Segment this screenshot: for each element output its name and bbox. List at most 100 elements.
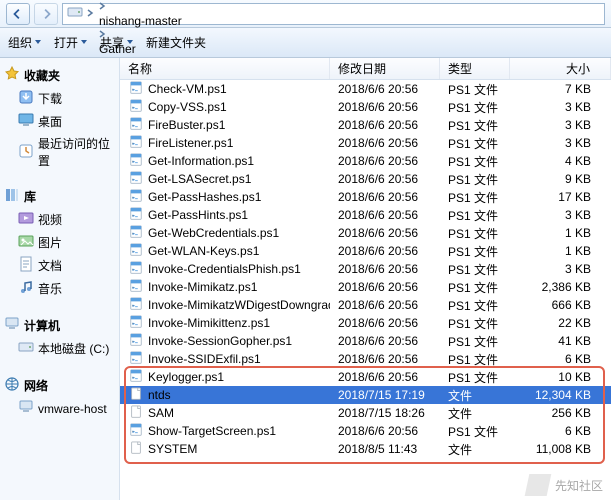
ps1-file-icon	[128, 351, 144, 368]
column-headers: 名称 修改日期 类型 大小	[120, 58, 611, 80]
ps1-file-icon	[128, 423, 144, 440]
file-date: 2018/6/6 20:56	[330, 100, 440, 114]
breadcrumb-segment[interactable]: nishang-master	[97, 14, 184, 28]
drive-icon	[67, 4, 83, 23]
nav-forward-button[interactable]	[34, 3, 58, 25]
sidebar-item-downloads[interactable]: 下载	[4, 87, 115, 110]
file-row[interactable]: SAM2018/7/15 18:26文件256 KB	[120, 404, 611, 422]
chevron-icon	[85, 7, 95, 21]
file-date: 2018/6/6 20:56	[330, 172, 440, 186]
column-type[interactable]: 类型	[440, 58, 510, 79]
network-icon	[4, 376, 20, 395]
file-date: 2018/8/5 11:43	[330, 442, 440, 456]
share-menu[interactable]: 共享	[100, 34, 134, 51]
sidebar-item-music[interactable]: 音乐	[4, 277, 115, 300]
ps1-file-icon	[128, 279, 144, 296]
sidebar-item-desktop[interactable]: 桌面	[4, 110, 115, 133]
file-size: 6 KB	[510, 424, 611, 438]
file-row[interactable]: SYSTEM2018/8/5 11:43文件11,008 KB	[120, 440, 611, 458]
file-row[interactable]: Invoke-SSIDExfil.ps12018/6/6 20:56PS1 文件…	[120, 350, 611, 368]
file-date: 2018/6/6 20:56	[330, 316, 440, 330]
dropdown-icon	[126, 36, 134, 50]
file-size: 2,386 KB	[510, 280, 611, 294]
file-list-pane: 名称 修改日期 类型 大小 Check-VM.ps12018/6/6 20:56…	[120, 58, 611, 500]
watermark-icon	[525, 474, 552, 496]
file-row[interactable]: Get-Information.ps12018/6/6 20:56PS1 文件4…	[120, 152, 611, 170]
file-row[interactable]: ntds2018/7/15 17:19文件12,304 KB	[120, 386, 611, 404]
library-icon	[4, 187, 20, 206]
file-row[interactable]: Invoke-SessionGopher.ps12018/6/6 20:56PS…	[120, 332, 611, 350]
file-row[interactable]: FireBuster.ps12018/6/6 20:56PS1 文件3 KB	[120, 116, 611, 134]
file-size: 3 KB	[510, 100, 611, 114]
file-row[interactable]: Invoke-CredentialsPhish.ps12018/6/6 20:5…	[120, 260, 611, 278]
file-row[interactable]: Keylogger.ps12018/6/6 20:56PS1 文件10 KB	[120, 368, 611, 386]
file-row[interactable]: Get-WLAN-Keys.ps12018/6/6 20:56PS1 文件1 K…	[120, 242, 611, 260]
file-name: Invoke-SessionGopher.ps1	[148, 334, 292, 348]
ps1-file-icon	[128, 333, 144, 350]
file-name: SYSTEM	[148, 442, 197, 456]
file-type: PS1 文件	[440, 279, 510, 296]
file-row[interactable]: Check-VM.ps12018/6/6 20:56PS1 文件7 KB	[120, 80, 611, 98]
file-row[interactable]: Get-PassHashes.ps12018/6/6 20:56PS1 文件17…	[120, 188, 611, 206]
ps1-file-icon	[128, 117, 144, 134]
file-icon	[128, 387, 144, 404]
address-bar: pentestingnishang-masternishang-masterGa…	[0, 0, 611, 28]
ps1-file-icon	[128, 81, 144, 98]
file-icon	[128, 405, 144, 422]
libraries-group[interactable]: 库	[4, 185, 115, 208]
organize-menu[interactable]: 组织	[8, 34, 42, 51]
file-name: Invoke-Mimikatz.ps1	[148, 280, 257, 294]
file-name: Keylogger.ps1	[148, 370, 224, 384]
file-row[interactable]: Show-TargetScreen.ps12018/6/6 20:56PS1 文…	[120, 422, 611, 440]
file-name: ntds	[148, 388, 171, 402]
column-name[interactable]: 名称	[120, 58, 330, 79]
file-type: PS1 文件	[440, 351, 510, 368]
breadcrumb-bar[interactable]: pentestingnishang-masternishang-masterGa…	[62, 3, 605, 25]
file-name: Get-PassHashes.ps1	[148, 190, 261, 204]
file-row[interactable]: Copy-VSS.ps12018/6/6 20:56PS1 文件3 KB	[120, 98, 611, 116]
file-row[interactable]: Invoke-Mimikatz.ps12018/6/6 20:56PS1 文件2…	[120, 278, 611, 296]
ps1-file-icon	[128, 261, 144, 278]
file-type: PS1 文件	[440, 261, 510, 278]
computer-group[interactable]: 计算机	[4, 314, 115, 337]
download-icon	[18, 89, 34, 108]
file-size: 9 KB	[510, 172, 611, 186]
nav-back-button[interactable]	[6, 3, 30, 25]
network-group[interactable]: 网络	[4, 374, 115, 397]
favorites-group[interactable]: 收藏夹	[4, 64, 115, 87]
file-row[interactable]: Get-PassHints.ps12018/6/6 20:56PS1 文件3 K…	[120, 206, 611, 224]
file-type: PS1 文件	[440, 333, 510, 350]
file-type: PS1 文件	[440, 171, 510, 188]
file-size: 256 KB	[510, 406, 611, 420]
sidebar-item-videos[interactable]: 视频	[4, 208, 115, 231]
file-type: 文件	[440, 405, 510, 422]
file-date: 2018/6/6 20:56	[330, 190, 440, 204]
open-menu[interactable]: 打开	[54, 34, 88, 51]
column-size[interactable]: 大小	[510, 58, 611, 79]
sidebar-item-recent[interactable]: 最近访问的位置	[4, 133, 115, 171]
file-date: 2018/6/6 20:56	[330, 262, 440, 276]
file-type: PS1 文件	[440, 369, 510, 386]
file-type: PS1 文件	[440, 315, 510, 332]
navigation-pane: 收藏夹 下载 桌面 最近访问的位置 库 视频 图片 文档 音乐 计算机 本地磁盘…	[0, 58, 120, 500]
file-type: 文件	[440, 387, 510, 404]
sidebar-item-pictures[interactable]: 图片	[4, 231, 115, 254]
file-row[interactable]: Get-WebCredentials.ps12018/6/6 20:56PS1 …	[120, 224, 611, 242]
sidebar-item-local-disk[interactable]: 本地磁盘 (C:)	[4, 337, 115, 360]
computer-icon	[18, 399, 34, 418]
file-date: 2018/6/6 20:56	[330, 226, 440, 240]
sidebar-item-documents[interactable]: 文档	[4, 254, 115, 277]
file-row[interactable]: Invoke-Mimikittenz.ps1 2018/6/6 20:56PS1 …	[120, 314, 611, 332]
sidebar-item-vmware-host[interactable]: vmware-host	[4, 397, 115, 420]
file-row[interactable]: FireListener.ps12018/6/6 20:56PS1 文件3 KB	[120, 134, 611, 152]
file-size: 41 KB	[510, 334, 611, 348]
file-row[interactable]: Get-LSASecret.ps12018/6/6 20:56PS1 文件9 K…	[120, 170, 611, 188]
file-size: 6 KB	[510, 352, 611, 366]
file-row[interactable]: Invoke-MimikatzWDigestDowngrade.ps12018/…	[120, 296, 611, 314]
file-size: 11,008 KB	[510, 442, 611, 456]
file-type: PS1 文件	[440, 225, 510, 242]
new-folder-button[interactable]: 新建文件夹	[146, 34, 206, 51]
file-name: Invoke-Mimikittenz.ps1	[148, 316, 270, 330]
column-date[interactable]: 修改日期	[330, 58, 440, 79]
file-size: 1 KB	[510, 226, 611, 240]
